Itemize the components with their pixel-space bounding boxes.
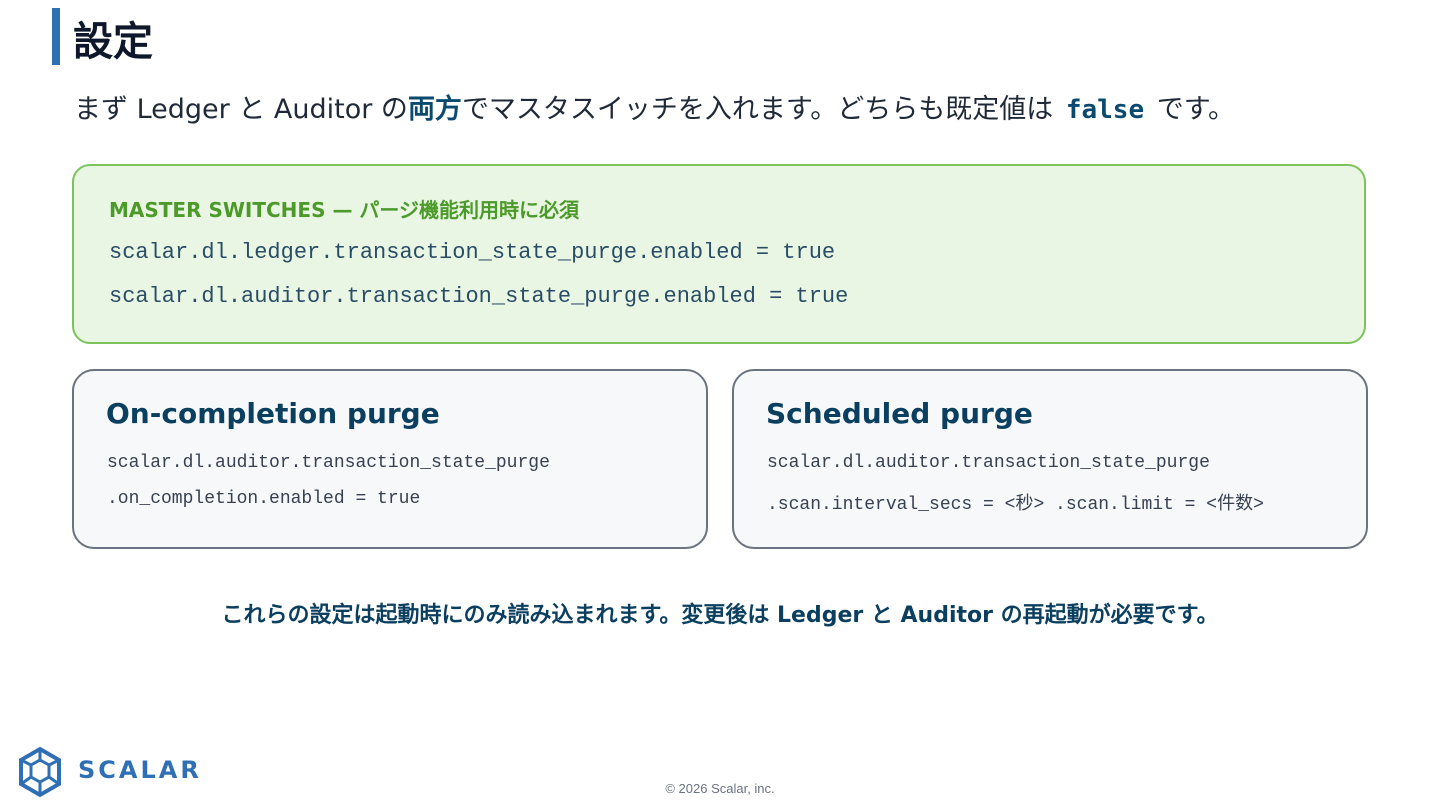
lead-middle: でマスタスイッチを入れます。どちらも既定値は [461, 94, 1062, 125]
ledger-switch-line: scalar.dl.ledger.transaction_state_purge… [109, 240, 836, 265]
card-title: Scheduled purge [766, 397, 1033, 430]
card-code-line: scalar.dl.auditor.transaction_state_purg… [767, 453, 1210, 473]
lead-code: false [1065, 95, 1145, 125]
logo-text: SCALAR [78, 756, 202, 784]
card-title: On-completion purge [106, 397, 440, 430]
lead-after: です。 [1148, 94, 1235, 125]
lead-text: まず Ledger と Auditor の両方でマスタスイッチを入れます。どちら… [74, 90, 1235, 130]
on-completion-purge-card: On-completion purge scalar.dl.auditor.tr… [72, 369, 708, 549]
lead-emphasis: 両方 [407, 94, 462, 125]
card-code-line: .on_completion.enabled = true [107, 489, 421, 509]
card-code-line: scalar.dl.auditor.transaction_state_purg… [107, 453, 550, 473]
lead-before: まず Ledger と Auditor の [74, 94, 408, 125]
page-title: 設定 [73, 19, 153, 65]
scheduled-purge-card: Scheduled purge scalar.dl.auditor.transa… [732, 369, 1368, 549]
restart-notice: これらの設定は起動時にのみ読み込まれます。変更後は Ledger と Audit… [221, 603, 1219, 628]
auditor-switch-line: scalar.dl.auditor.transaction_state_purg… [109, 284, 849, 309]
master-switches-box: MASTER SWITCHES — パージ機能利用時に必須 scalar.dl.… [72, 164, 1366, 344]
master-switches-label: MASTER SWITCHES — パージ機能利用時に必須 [109, 198, 580, 222]
title-accent-bar [52, 8, 60, 65]
card-code-line: .scan.interval_secs = <秒> .scan.limit = … [767, 495, 1264, 515]
copyright: © 2026 Scalar, inc. [665, 781, 775, 796]
